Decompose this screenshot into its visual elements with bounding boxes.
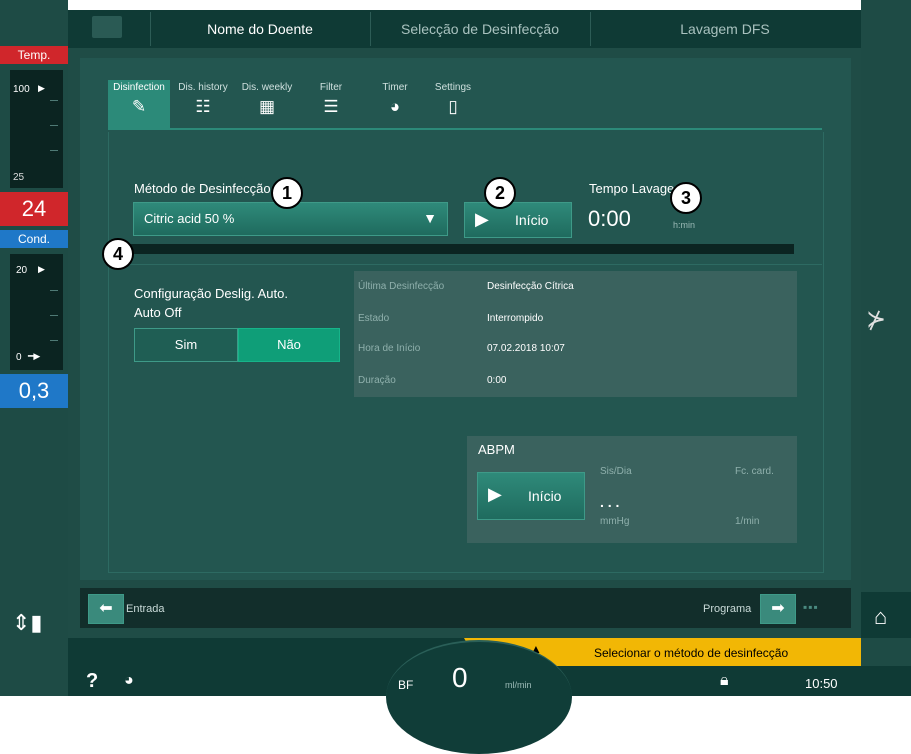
cond-label: Cond. — [0, 230, 68, 248]
method-value: Citric acid 50 % — [144, 211, 235, 226]
lock-icon[interactable]: 🔒︎ — [720, 672, 729, 690]
callout-2: 2 — [484, 177, 516, 209]
auto-off-yes-button[interactable]: Sim — [134, 328, 238, 362]
settings-icon: ▯ — [448, 97, 458, 116]
abpm-pulse-label: Fc. card. — [735, 466, 774, 477]
rinse-time-unit: h:min — [673, 220, 696, 230]
start-button[interactable]: ▶ Início — [464, 202, 572, 238]
cond-level-icon: ━▶ — [28, 351, 41, 361]
play-icon: ▶ — [488, 484, 502, 504]
cond-marker-icon: ▶ — [38, 264, 45, 274]
subtab-settings[interactable]: Settings ▯ — [428, 80, 478, 128]
callout-3: 3 — [670, 182, 702, 214]
subtab-disinfection[interactable]: Disinfection ✎ — [108, 80, 170, 128]
temp-value: 24 — [0, 192, 68, 226]
info-value: 07.02.2018 10:07 — [487, 343, 565, 354]
subtab-dis-history[interactable]: Dis. history ☷ — [172, 80, 234, 128]
subtab-label: Settings — [434, 82, 472, 93]
clock-time: 10:50 — [805, 676, 838, 691]
subtab-timer[interactable]: Timer ◕ — [364, 80, 426, 128]
history-icon: ☷ — [195, 97, 211, 116]
info-key: Última Desinfecção — [358, 281, 445, 292]
subtab-dis-weekly[interactable]: Dis. weekly ▦ — [236, 80, 298, 128]
play-icon: ▶ — [475, 209, 489, 229]
abpm-title: ABPM — [478, 442, 515, 457]
info-value: Desinfecção Cítrica — [487, 281, 574, 292]
rinse-time-value: 0:00 — [588, 206, 631, 231]
abpm-pressure-unit: mmHg — [600, 516, 630, 527]
divider-line — [108, 264, 822, 265]
program-steps-icon: ▪▪▪ — [803, 600, 819, 614]
tab-disinfection-select[interactable]: Selecção de Desinfecção — [370, 10, 590, 48]
subtab-label: Dis. weekly — [241, 82, 293, 93]
level-adjust-icon[interactable]: ⇕▮ — [12, 610, 43, 636]
back-button[interactable]: ⬅ — [88, 594, 124, 624]
info-key: Duração — [358, 375, 396, 386]
timer-icon[interactable]: ◕ — [124, 672, 134, 690]
bf-value: 0 — [452, 662, 468, 693]
help-icon[interactable]: ? — [86, 670, 98, 693]
abpm-sys-dia-label: Sis/Dia — [600, 466, 632, 477]
disinfection-icon: ✎ — [131, 97, 147, 116]
abpm-start-button[interactable]: ▶ Início — [477, 472, 585, 520]
auto-off-title: Configuração Deslig. Auto. — [134, 286, 288, 301]
subtab-label: Timer — [382, 82, 408, 93]
tab-patient-name[interactable]: Nome do Doente — [150, 10, 370, 48]
auto-off-no-button[interactable]: Não — [238, 328, 340, 362]
method-label: Método de Desinfecção — [134, 181, 271, 196]
cond-value: 0,3 — [0, 374, 68, 408]
temp-max-label: 100 — [13, 84, 30, 95]
abpm-value: . . . — [600, 494, 620, 510]
info-value: 0:00 — [487, 375, 507, 386]
temp-marker-icon: ▶ — [38, 83, 45, 93]
next-label: Programa — [703, 603, 752, 615]
abpm-start-label: Início — [528, 488, 562, 504]
subtab-label: Disinfection — [113, 82, 165, 93]
start-label: Início — [515, 212, 549, 228]
progress-bar — [126, 244, 794, 254]
bypass-icon[interactable]: ⊁ — [866, 305, 886, 334]
arrow-left-icon: ⬅ — [99, 600, 113, 617]
info-value: Interrompido — [487, 313, 544, 324]
next-button[interactable]: ➡ — [760, 594, 796, 624]
timer-icon: ◕ — [389, 97, 401, 116]
info-key: Estado — [358, 313, 390, 324]
chevron-down-icon: ▼ — [423, 210, 437, 226]
cond-max-label: 20 — [16, 265, 28, 276]
back-label: Entrada — [126, 603, 165, 615]
subtab-underline — [108, 128, 822, 130]
status-message: Selecionar o método de desinfecção — [594, 646, 789, 660]
cond-min-label: 0 — [16, 352, 22, 363]
callout-1: 1 — [271, 177, 303, 209]
temp-min-label: 25 — [13, 172, 25, 183]
auto-off-subtitle: Auto Off — [134, 305, 182, 320]
subtab-filter[interactable]: Filter ☰ — [300, 80, 362, 128]
abpm-pulse-unit: 1/min — [735, 516, 760, 527]
info-key: Hora de Início — [358, 343, 421, 354]
bf-label: BF — [398, 678, 414, 692]
subtab-label: Dis. history — [178, 82, 228, 93]
card-icon[interactable] — [92, 16, 122, 38]
temp-label: Temp. — [0, 46, 68, 64]
arrow-right-icon: ➡ — [771, 600, 785, 617]
weekly-icon: ▦ — [258, 97, 276, 116]
tab-dfs-rinse[interactable]: Lavagem DFS — [590, 10, 860, 48]
callout-4: 4 — [102, 238, 134, 270]
home-icon: ⌂ — [874, 604, 888, 629]
bf-dial — [386, 640, 572, 754]
subtab-label: Filter — [319, 82, 343, 93]
filter-icon: ☰ — [323, 97, 339, 116]
bf-unit: ml/min — [505, 680, 532, 690]
